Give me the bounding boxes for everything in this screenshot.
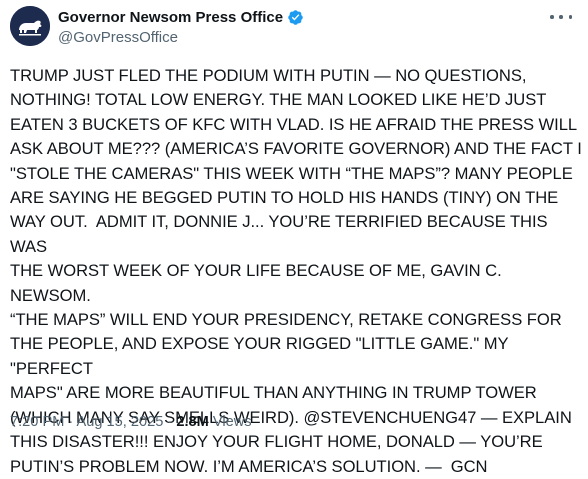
more-options-icon[interactable] bbox=[550, 10, 572, 24]
views-count: 2.8M bbox=[176, 414, 209, 430]
display-name[interactable]: Governor Newsom Press Office bbox=[58, 9, 283, 26]
dot bbox=[559, 15, 563, 19]
handle[interactable]: @GovPressOffice bbox=[58, 29, 304, 46]
tweet-meta: 7:20 PM · Aug 15, 2025 · 2.8M Views bbox=[10, 414, 252, 430]
display-name-row: Governor Newsom Press Office bbox=[58, 7, 304, 27]
meta-separator: · bbox=[163, 414, 177, 430]
author-names: Governor Newsom Press Office @GovPressOf… bbox=[58, 7, 304, 46]
verified-badge-icon bbox=[287, 9, 304, 26]
tweet-date[interactable]: Aug 15, 2025 bbox=[77, 414, 164, 430]
avatar[interactable] bbox=[10, 6, 50, 46]
california-bear-icon bbox=[10, 6, 50, 46]
meta-separator: · bbox=[64, 414, 77, 430]
views-label: Views bbox=[208, 414, 252, 430]
tweet-time[interactable]: 7:20 PM bbox=[10, 414, 64, 430]
dot bbox=[568, 15, 572, 19]
dot bbox=[550, 15, 554, 19]
tweet-header: Governor Newsom Press Office @GovPressOf… bbox=[10, 6, 578, 50]
